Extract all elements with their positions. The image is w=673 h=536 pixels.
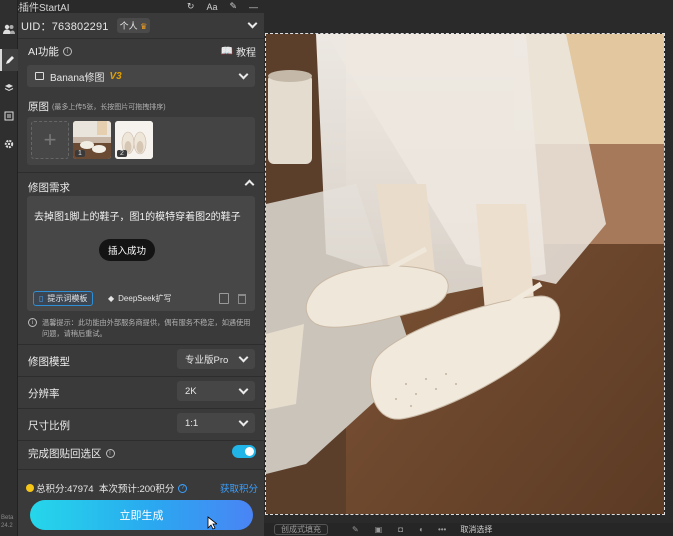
thumbnail-number: 2: [117, 150, 127, 157]
deepseek-whale-icon: ◆: [108, 294, 115, 303]
layers-icon[interactable]: [0, 77, 18, 99]
pin-icon[interactable]: ✎: [229, 1, 237, 12]
user-info-row: UID：763802291 个人 ♛: [18, 13, 264, 39]
resolution-select[interactable]: 2K: [177, 381, 255, 401]
history-icon[interactable]: [219, 293, 229, 304]
thumbnail-2[interactable]: 2: [115, 121, 153, 159]
minimize-icon[interactable]: —: [249, 2, 258, 12]
account-type-badge[interactable]: 个人 ♛: [116, 18, 151, 33]
insert-success-toast: 插入成功: [99, 239, 155, 261]
paste-back-row: 完成图贴回选区 !: [28, 446, 115, 461]
image-icon: [35, 72, 44, 80]
ai-function-label: AI功能: [28, 46, 59, 58]
book-open-icon: ▯: [39, 294, 44, 303]
model-label: 修图模型: [28, 356, 70, 368]
photoshop-canvas[interactable]: [264, 0, 673, 536]
document-icon[interactable]: [0, 105, 18, 127]
points-summary: 总积分:47974 本次预计:200积分 ?: [26, 481, 188, 495]
settings-gear-icon[interactable]: [0, 133, 18, 155]
ai-function-header: AI功能 !: [28, 44, 72, 59]
chevron-down-icon: [238, 384, 249, 394]
crown-icon: ♛: [140, 22, 148, 31]
plus-icon: +: [43, 127, 57, 152]
selected-tool-label: Banana修图: [50, 72, 105, 84]
section-divider: [18, 172, 264, 173]
contextual-taskbar: 创成式填充 ✎ ▣ ◘ ◐ ••• 取消选择: [264, 523, 673, 536]
aspect-ratio-select[interactable]: 1:1: [177, 413, 255, 433]
generate-now-button[interactable]: 立即生成: [30, 500, 253, 530]
deselect-button[interactable]: 取消选择: [460, 524, 492, 535]
add-mask-icon[interactable]: ◘: [398, 525, 403, 534]
section-divider: [18, 376, 264, 377]
edit-request-label: 修图需求: [28, 182, 70, 194]
coin-icon: [26, 484, 34, 492]
paste-back-label: 完成图贴回选区: [28, 448, 102, 460]
aspect-ratio-label: 尺寸比例: [28, 420, 70, 432]
panel-title: s插件StartAI: [18, 3, 70, 14]
chevron-up-icon[interactable]: [244, 179, 255, 190]
users-icon[interactable]: [0, 18, 18, 40]
panel-titlebar: s插件StartAI ↻ Aa ✎ —: [18, 0, 264, 14]
invert-icon[interactable]: ◐: [419, 525, 424, 534]
info-icon[interactable]: ?: [178, 483, 188, 493]
mouse-cursor-icon: [207, 516, 217, 530]
paste-back-toggle[interactable]: [232, 445, 256, 458]
resolution-label: 分辨率: [28, 388, 60, 400]
generative-fill-button[interactable]: 创成式填充: [274, 524, 328, 535]
prompt-textarea[interactable]: 去掉图1脚上的鞋子，图1的模特穿着图2的鞋子 插入成功 ▯ 提示词模板 ◆ De…: [27, 196, 255, 311]
source-images-hint: (最多上传5张，长按图片可拖拽排序): [52, 103, 166, 111]
app-toolbar: Beta 24.2: [0, 0, 18, 536]
section-divider: [18, 344, 264, 345]
startai-panel: s插件StartAI ↻ Aa ✎ — UID：763802291 个人 ♛ A…: [18, 0, 264, 536]
prompt-template-button[interactable]: ▯ 提示词模板: [33, 291, 94, 306]
info-icon[interactable]: !: [105, 449, 115, 458]
mask-icon[interactable]: ▣: [375, 525, 383, 534]
prompt-text: 去掉图1脚上的鞋子，图1的模特穿着图2的鞋子: [34, 212, 241, 223]
source-images-area: + 1 2: [27, 117, 255, 165]
font-size-icon[interactable]: Aa: [206, 2, 217, 12]
edit-request-header: 修图需求: [28, 178, 70, 196]
section-divider: [18, 469, 264, 470]
canvas-photo: [265, 33, 665, 515]
tool-version-badge: V3: [109, 70, 122, 82]
book-icon: 📖: [220, 46, 233, 57]
more-icon[interactable]: •••: [438, 525, 446, 534]
app-version: Beta 24.2: [1, 515, 14, 529]
model-select[interactable]: 专业版Pro: [177, 349, 255, 369]
ai-tool-select[interactable]: Banana修图 V3: [27, 65, 255, 87]
section-divider: [18, 440, 264, 441]
edit-pen-icon[interactable]: [0, 49, 18, 71]
trash-icon[interactable]: [238, 294, 246, 304]
info-icon[interactable]: !: [62, 47, 72, 56]
thumbnail-number: 1: [75, 150, 85, 157]
add-image-button[interactable]: +: [31, 121, 69, 159]
get-points-link[interactable]: 获取积分: [220, 481, 258, 495]
section-divider: [18, 408, 264, 409]
tutorial-link[interactable]: 📖 教程: [221, 44, 256, 59]
chevron-down-icon: [238, 69, 249, 79]
uid-label: UID：763802291: [21, 20, 109, 33]
info-icon: i: [28, 318, 37, 327]
source-images-label: 原图: [28, 101, 49, 113]
chevron-down-icon: [238, 352, 249, 362]
thumbnail-1[interactable]: 1: [73, 121, 111, 159]
chevron-down-icon: [238, 416, 249, 426]
deepseek-expand-button[interactable]: ◆ DeepSeek扩写: [103, 291, 177, 306]
chevron-down-icon[interactable]: [247, 18, 258, 29]
refresh-icon[interactable]: ↻: [187, 1, 195, 12]
brush-icon[interactable]: ✎: [352, 525, 359, 534]
source-images-header: 原图 (最多上传5张，长按图片可拖拽排序): [28, 99, 166, 114]
service-notice: i 温馨提示：此功能由外部服务商提供，偶有服务不稳定，如遇使用问题，请稍后重试。: [28, 317, 256, 339]
